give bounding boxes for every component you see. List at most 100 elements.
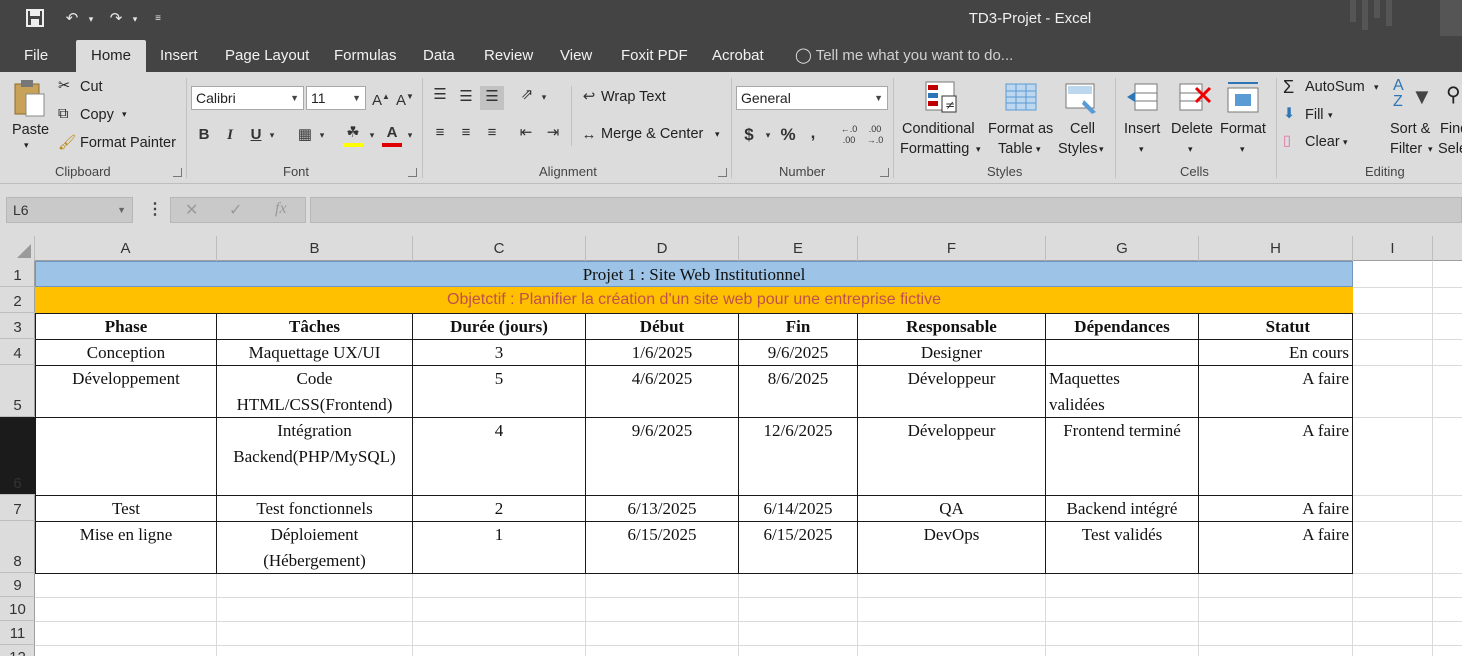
tab-foxit-pdf[interactable]: Foxit PDF [609,40,700,72]
column-header-a[interactable]: A [35,236,217,261]
conditional-formatting-label-2[interactable]: Formatting [900,141,969,157]
autosum-dropdown-icon[interactable]: ▾ [1374,82,1379,93]
formula-input[interactable] [310,197,1462,223]
align-right-icon[interactable]: ≡ [482,122,502,146]
table-cell[interactable]: Test fonctionnels [216,495,413,522]
percent-icon[interactable]: % [778,124,798,148]
fill-dropdown-icon[interactable]: ▾ [1328,110,1333,121]
cancel-icon[interactable]: ✕ [185,200,198,220]
table-cell[interactable]: A faire [1198,365,1353,418]
table-cell[interactable]: Test validés [1045,521,1199,574]
table-cell[interactable]: 6/13/2025 [585,495,739,522]
borders-dropdown-icon[interactable]: ▾ [316,124,328,148]
table-cell[interactable]: Conception [35,339,217,366]
column-header-b[interactable]: B [217,236,413,261]
row-header[interactable]: 8 [0,521,35,573]
more-options-icon[interactable]: ⋮ [147,199,163,219]
tab-file[interactable]: File [12,40,60,72]
cut-button[interactable]: Cut [80,79,103,95]
table-cell[interactable]: En cours [1198,339,1353,366]
table-cell[interactable]: 3 [412,339,586,366]
table-cell[interactable]: 8/6/2025 [738,365,858,418]
currency-icon[interactable]: $ [740,124,758,148]
alignment-launcher-icon[interactable] [718,168,727,177]
wrap-text-button[interactable]: Wrap Text [601,89,666,105]
table-cell[interactable]: Test [35,495,217,522]
table-cell[interactable]: QA [857,495,1046,522]
sort-filter-label[interactable]: Sort & [1390,121,1430,137]
fill-color-dropdown-icon[interactable]: ▾ [366,124,378,148]
header-statut[interactable]: Statut [1198,313,1353,340]
insert-function-icon[interactable]: fx [275,200,287,218]
table-cell[interactable]: Mise en ligne [35,521,217,574]
table-cell[interactable]: A faire [1198,521,1353,574]
row-header[interactable]: 9 [0,573,35,597]
row-header[interactable]: 3 [0,313,35,339]
table-cell[interactable]: 6/15/2025 [738,521,858,574]
header-responsable[interactable]: Responsable [857,313,1046,340]
align-top-icon[interactable]: ☰ [430,84,450,108]
table-cell[interactable]: Maquettes validées [1045,365,1199,418]
table-cell[interactable] [35,417,217,496]
decrease-indent-icon[interactable]: ⇤ [515,122,537,146]
format-as-table-label-2[interactable]: Table [998,141,1033,157]
copy-button[interactable]: Copy [80,107,114,123]
table-cell[interactable]: 12/6/2025 [738,417,858,496]
conditional-formatting-label[interactable]: Conditional [902,121,975,137]
clear-dropdown-icon[interactable]: ▾ [1343,137,1348,148]
increase-decimal-icon[interactable]: ←.0.00 [838,124,860,148]
font-size-combo[interactable]: 11 ▼ [306,86,366,110]
decrease-font-icon[interactable]: A▼ [396,86,414,110]
table-cell[interactable]: 5 [412,365,586,418]
table-cell[interactable]: Backend intégré [1045,495,1199,522]
name-box[interactable]: L6 ▼ [6,197,133,223]
cell-styles-label-2[interactable]: Styles [1058,141,1098,157]
copy-dropdown-icon[interactable]: ▾ [122,109,127,120]
row-header[interactable]: 5 [0,365,35,417]
increase-indent-icon[interactable]: ⇥ [542,122,564,146]
clear-button[interactable]: Clear [1305,134,1340,150]
header-taches[interactable]: Tâches [216,313,413,340]
number-launcher-icon[interactable] [880,168,889,177]
cell-styles-label[interactable]: Cell [1070,121,1095,137]
row-header[interactable]: 10 [0,597,35,621]
bold-icon[interactable]: B [195,124,213,148]
column-header-i[interactable]: I [1353,236,1433,261]
header-duree[interactable]: Durée (jours) [412,313,586,340]
header-debut[interactable]: Début [585,313,739,340]
sort-filter-label-2[interactable]: Filter [1390,141,1422,157]
format-cells-button[interactable]: Format [1220,121,1266,137]
row-header[interactable]: 1 [0,261,35,287]
font-launcher-icon[interactable] [408,168,417,177]
align-bottom-icon[interactable]: ☰ [480,86,504,110]
table-cell[interactable]: 6/14/2025 [738,495,858,522]
clipboard-launcher-icon[interactable] [173,168,182,177]
tab-page-layout[interactable]: Page Layout [213,40,321,72]
objective-cell[interactable]: Objetctif : Planifier la création d'un s… [35,287,1353,313]
merge-dropdown-icon[interactable]: ▾ [715,129,720,140]
table-cell[interactable]: Intégration Backend(PHP/MySQL) [216,417,413,496]
increase-font-icon[interactable]: A▲ [372,86,390,110]
number-format-combo[interactable]: General ▼ [736,86,888,110]
font-color-dropdown-icon[interactable]: ▾ [404,124,416,148]
paste-icon[interactable] [12,78,48,122]
column-header-d[interactable]: D [586,236,739,261]
header-fin[interactable]: Fin [738,313,858,340]
table-cell[interactable]: A faire [1198,417,1353,496]
currency-dropdown-icon[interactable]: ▾ [762,124,774,148]
italic-icon[interactable]: I [221,124,239,148]
table-cell[interactable]: Développement [35,365,217,418]
delete-cells-button[interactable]: Delete [1171,121,1213,137]
table-cell[interactable] [1045,339,1199,366]
tab-data[interactable]: Data [411,40,467,72]
row-header[interactable]: 11 [0,621,35,645]
orientation-dropdown-icon[interactable]: ▾ [538,86,550,110]
tab-view[interactable]: View [548,40,604,72]
project-title-cell[interactable]: Projet 1 : Site Web Institutionnel [35,261,1353,287]
table-cell[interactable]: DevOps [857,521,1046,574]
orientation-icon[interactable]: ⇗ [516,84,538,108]
table-cell[interactable]: 6/15/2025 [585,521,739,574]
table-cell[interactable]: Frontend terminé [1045,417,1199,496]
align-left-icon[interactable]: ≡ [430,122,450,146]
row-header[interactable]: 4 [0,339,35,365]
